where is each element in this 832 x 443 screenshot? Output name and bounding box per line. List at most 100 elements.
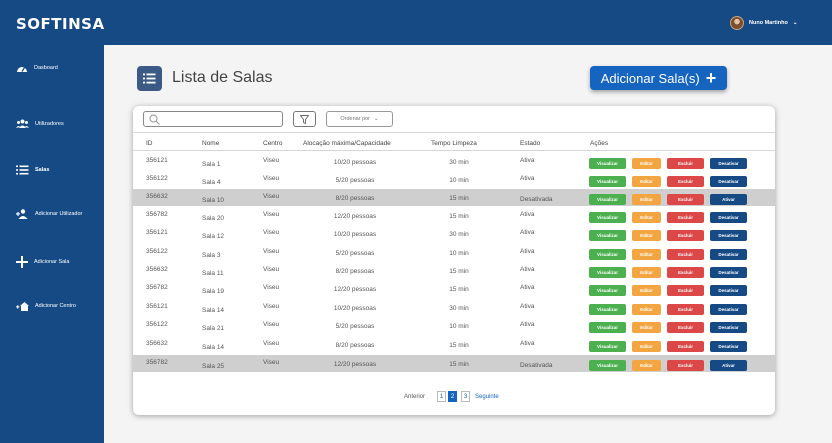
cell-nome: Sala 20: [202, 215, 225, 222]
cell-nome: Sala 19: [202, 288, 225, 295]
deactivate-button[interactable]: Desativar: [710, 249, 747, 260]
sidebar-item-add-sala[interactable]: Adicionar Sala: [16, 256, 69, 268]
users-icon: [16, 119, 29, 128]
sidebar-item-label: Dasboard: [34, 65, 58, 71]
delete-button[interactable]: Excluir: [667, 176, 704, 187]
delete-button[interactable]: Excluir: [667, 212, 704, 223]
cell-nome: Sala 3: [202, 252, 221, 259]
deactivate-button[interactable]: Desativar: [710, 230, 747, 241]
edit-button[interactable]: Editar: [632, 176, 661, 187]
deactivate-button[interactable]: Desativar: [710, 322, 747, 333]
cell-id: 356782: [146, 359, 168, 366]
view-button[interactable]: Visualizar: [589, 176, 626, 187]
deactivate-button[interactable]: Desativar: [710, 212, 747, 223]
edit-button[interactable]: Editar: [632, 158, 661, 169]
edit-button[interactable]: Editar: [632, 341, 661, 352]
filter-icon: [300, 114, 309, 124]
view-button[interactable]: Visualizar: [589, 212, 626, 223]
page-1-button[interactable]: 1: [437, 391, 446, 402]
filter-button[interactable]: [293, 111, 316, 127]
edit-button[interactable]: Editar: [632, 322, 661, 333]
cell-estado: Desativada: [520, 196, 553, 203]
edit-button[interactable]: Editar: [632, 230, 661, 241]
deactivate-button[interactable]: Desativar: [710, 341, 747, 352]
view-button[interactable]: Visualizar: [589, 341, 626, 352]
plus-icon: +: [705, 68, 717, 88]
edit-button[interactable]: Editar: [632, 285, 661, 296]
deactivate-button[interactable]: Desativar: [710, 285, 747, 296]
edit-button[interactable]: Editar: [632, 360, 661, 371]
cell-estado: Ativa: [520, 321, 535, 328]
next-page-link[interactable]: Seguinte: [475, 391, 499, 402]
cell-estado: Ativa: [520, 175, 535, 182]
view-button[interactable]: Visualizar: [589, 267, 626, 278]
cell-id: 356122: [146, 248, 168, 255]
add-sala-button[interactable]: Adicionar Sala(s) +: [590, 66, 727, 90]
cell-alocacao: 10/20 pessoas: [333, 231, 377, 238]
sidebar-item-add-centro[interactable]: Adicionar Centro: [16, 301, 76, 311]
col-header-nome: Nome: [202, 140, 220, 147]
cell-id: 356121: [146, 303, 168, 310]
cell-centro: Viseu: [263, 229, 280, 236]
view-button[interactable]: Visualizar: [589, 304, 626, 315]
prev-page-link[interactable]: Anterior: [404, 391, 425, 402]
sort-dropdown[interactable]: Ordenar por ⌄: [326, 111, 393, 127]
edit-button[interactable]: Editar: [632, 304, 661, 315]
divider: [133, 150, 775, 151]
page-2-button[interactable]: 2: [448, 391, 457, 402]
delete-button[interactable]: Excluir: [667, 341, 704, 352]
view-button[interactable]: Visualizar: [589, 194, 626, 205]
deactivate-button[interactable]: Desativar: [710, 176, 747, 187]
sidebar-item-label: Adicionar Sala: [34, 259, 70, 265]
sidebar-item-add-user[interactable]: Adicionar Utilizador: [16, 209, 82, 219]
sort-label: Ordenar por: [340, 116, 371, 122]
search-input[interactable]: [143, 111, 283, 127]
cell-id: 356122: [146, 175, 168, 182]
edit-button[interactable]: Editar: [632, 249, 661, 260]
edit-button[interactable]: Editar: [632, 267, 661, 278]
view-button[interactable]: Visualizar: [589, 285, 626, 296]
delete-button[interactable]: Excluir: [667, 267, 704, 278]
cell-nome: Sala 14: [202, 344, 225, 351]
delete-button[interactable]: Excluir: [667, 230, 704, 241]
cell-id: 356121: [146, 229, 168, 236]
delete-button[interactable]: Excluir: [667, 285, 704, 296]
view-button[interactable]: Visualizar: [589, 230, 626, 241]
avatar: [730, 16, 744, 30]
activate-button[interactable]: Ativar: [710, 360, 747, 371]
view-button[interactable]: Visualizar: [589, 322, 626, 333]
cell-tempo: 30 min: [449, 159, 469, 166]
delete-button[interactable]: Excluir: [667, 304, 704, 315]
cell-tempo: 30 min: [449, 305, 469, 312]
cell-alocacao: 5/20 pessoas: [335, 250, 375, 257]
deactivate-button[interactable]: Desativar: [710, 304, 747, 315]
cell-tempo: 10 min: [449, 250, 469, 257]
edit-button[interactable]: Editar: [632, 212, 661, 223]
deactivate-button[interactable]: Desativar: [710, 158, 747, 169]
sidebar: [0, 45, 104, 443]
sidebar-item-salas[interactable]: Salas: [16, 165, 49, 175]
delete-button[interactable]: Excluir: [667, 360, 704, 371]
edit-button[interactable]: Editar: [632, 194, 661, 205]
cell-tempo: 15 min: [449, 268, 469, 275]
page-3-button[interactable]: 3: [461, 391, 470, 402]
delete-button[interactable]: Excluir: [667, 194, 704, 205]
delete-button[interactable]: Excluir: [667, 322, 704, 333]
cell-nome: Sala 25: [202, 363, 225, 370]
user-menu[interactable]: Nuno Martinho ⌄: [730, 16, 797, 30]
view-button[interactable]: Visualizar: [589, 158, 626, 169]
activate-button[interactable]: Ativar: [710, 194, 747, 205]
sidebar-item-users[interactable]: Utilizadores: [16, 119, 64, 128]
sidebar-item-dashboard[interactable]: Dasboard: [16, 63, 58, 73]
cell-alocacao: 12/20 pessoas: [333, 361, 377, 368]
deactivate-button[interactable]: Desativar: [710, 267, 747, 278]
cell-nome: Sala 11: [202, 270, 224, 277]
chevron-down-icon: ⌄: [374, 116, 379, 122]
delete-button[interactable]: Excluir: [667, 158, 704, 169]
add-sala-button-label: Adicionar Sala(s): [600, 70, 700, 86]
page-title: Lista de Salas: [172, 69, 273, 86]
cell-centro: Viseu: [263, 340, 280, 347]
view-button[interactable]: Visualizar: [589, 360, 626, 371]
delete-button[interactable]: Excluir: [667, 249, 704, 260]
view-button[interactable]: Visualizar: [589, 249, 626, 260]
